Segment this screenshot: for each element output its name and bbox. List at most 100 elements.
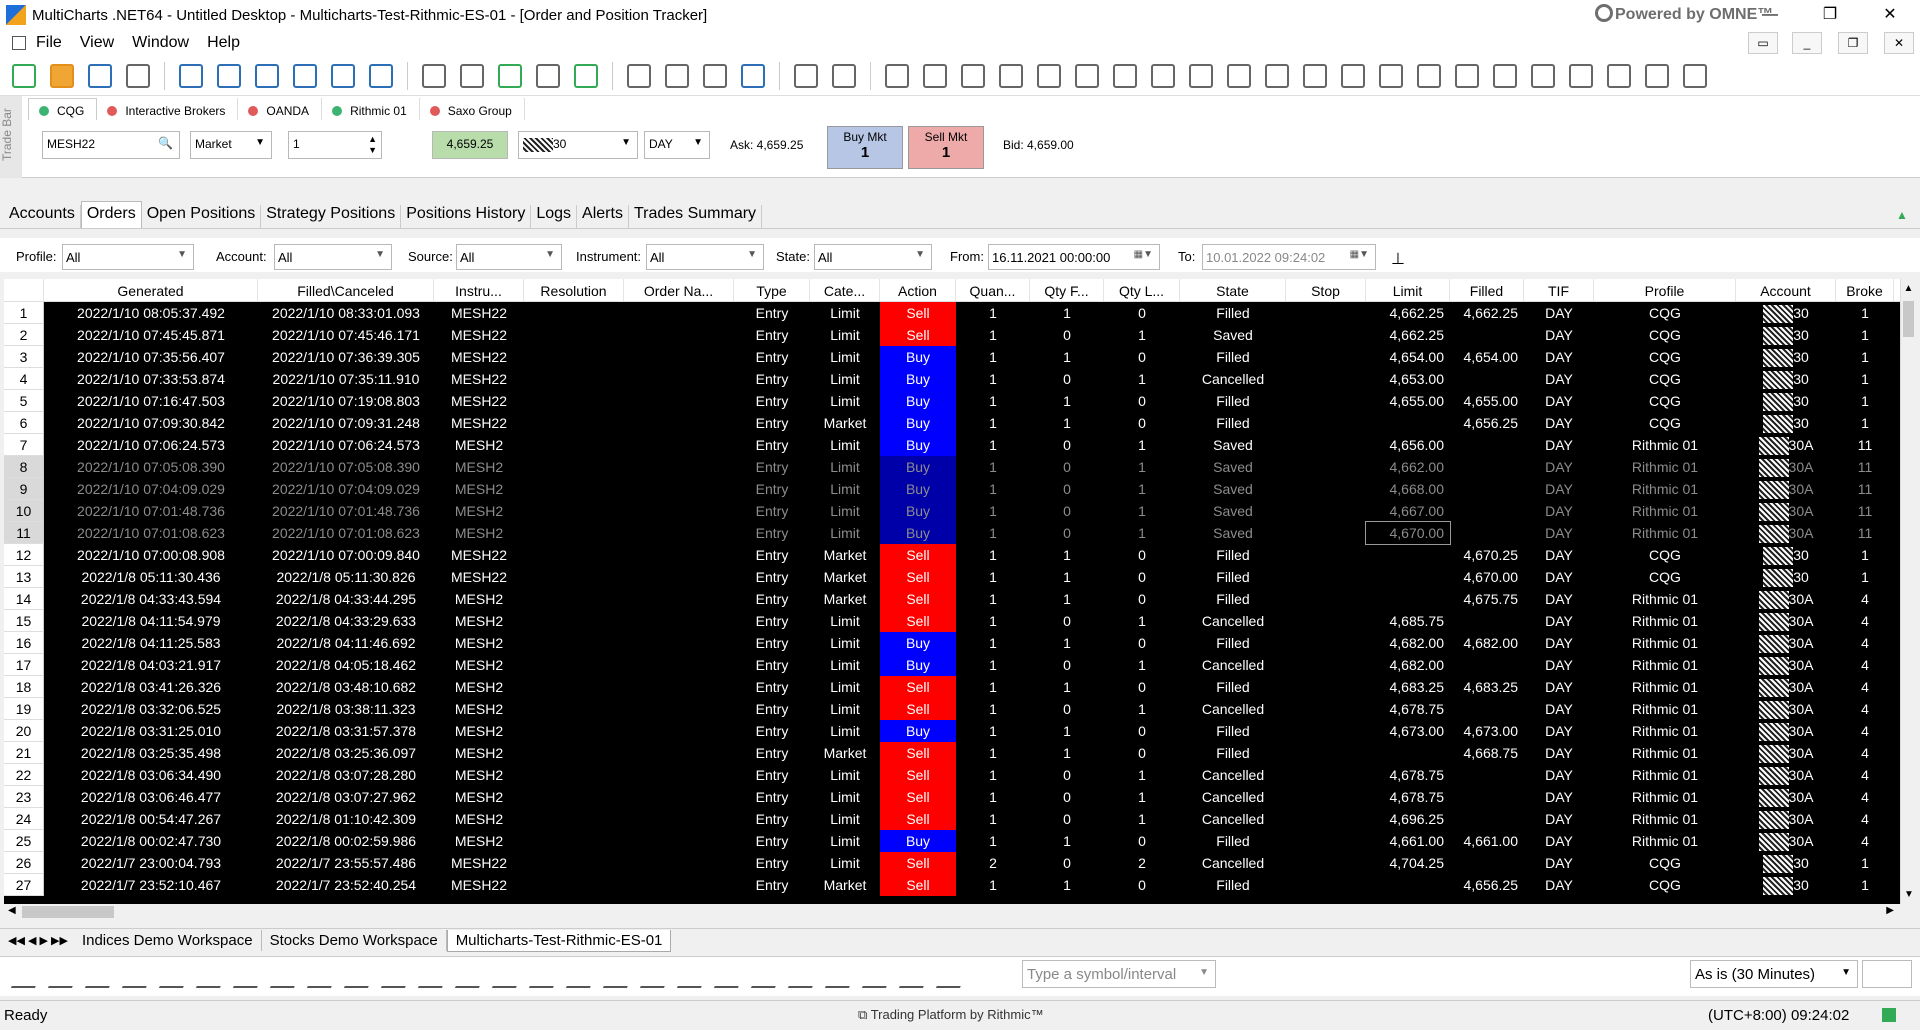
footprint-icon[interactable] <box>1227 63 1251 88</box>
andrews-pitchfork-icon[interactable] <box>417 965 453 988</box>
notes-icon[interactable] <box>602 965 638 988</box>
column-header[interactable]: Qty L... <box>1104 279 1180 301</box>
chart-trading-icon[interactable] <box>1531 63 1555 88</box>
cursor-icon[interactable] <box>1303 63 1327 88</box>
table-row[interactable]: 7 2022/1/10 07:06:24.573 2022/1/10 07:06:2… <box>4 434 1900 456</box>
save-icon[interactable] <box>88 63 112 88</box>
table-row[interactable]: 13 2022/1/8 05:11:30.436 2022/1/8 05:11:30… <box>4 566 1900 588</box>
broker-tab-saxo[interactable]: Saxo Group <box>420 98 525 120</box>
column-header[interactable]: State <box>1180 279 1286 301</box>
broker-tab-rithmic[interactable]: Rithmic 01 <box>322 98 420 120</box>
table-row[interactable]: 17 2022/1/8 04:03:21.917 2022/1/8 04:05:18… <box>4 654 1900 676</box>
extra-field[interactable] <box>1862 960 1912 988</box>
lock-icon[interactable] <box>935 965 971 988</box>
account-filter-select[interactable]: All ▼ <box>274 244 392 270</box>
column-header[interactable]: Cate... <box>810 279 880 301</box>
vertical-scrollbar[interactable]: ▲ ▼ <box>1900 279 1916 904</box>
ladder-icon[interactable] <box>1265 63 1289 88</box>
ray-icon[interactable] <box>158 965 194 988</box>
scroll-thumb[interactable] <box>1903 301 1914 337</box>
table-row[interactable]: 19 2022/1/8 03:32:06.525 2022/1/8 03:38:11… <box>4 698 1900 720</box>
workspace-tab-stocks[interactable]: Stocks Demo Workspace <box>262 930 447 951</box>
open-workspace-icon[interactable] <box>50 63 74 88</box>
arc-icon[interactable] <box>787 965 823 988</box>
hollow-candle-icon[interactable] <box>961 63 985 88</box>
volume-profile-icon[interactable] <box>1189 63 1213 88</box>
column-header[interactable]: Generated <box>44 279 258 301</box>
pl-icon[interactable] <box>460 63 484 88</box>
zoom-out-icon[interactable] <box>1075 63 1099 88</box>
cycle-lines-icon[interactable] <box>491 965 527 988</box>
mdi-close-button[interactable]: ✕ <box>1884 32 1914 54</box>
gann-fan-icon[interactable] <box>232 965 268 988</box>
column-header[interactable]: Filled\Canceled <box>258 279 434 301</box>
table-row[interactable]: 21 2022/1/8 03:25:35.498 2022/1/8 03:25:36… <box>4 742 1900 764</box>
column-header[interactable]: Broke <box>1836 279 1894 301</box>
table-row[interactable]: 27 2022/1/7 23:52:10.467 2022/1/7 23:52:40… <box>4 874 1900 896</box>
comment-icon[interactable] <box>1379 63 1403 88</box>
interval-select[interactable]: As is (30 Minutes) ▼ <box>1690 960 1858 988</box>
search-icon[interactable]: 🔍 <box>158 136 173 150</box>
nav-first-icon[interactable]: ◀◀ ◀ ▶ ▶▶ <box>8 934 68 947</box>
new-report-icon[interactable] <box>331 63 355 88</box>
table-row[interactable]: 10 2022/1/10 07:01:48.736 2022/1/10 07:01:… <box>4 500 1900 522</box>
column-header[interactable]: Type <box>734 279 810 301</box>
calculator-icon[interactable] <box>639 965 675 988</box>
pin-icon[interactable]: ⊥ <box>1388 244 1412 270</box>
channel-icon[interactable] <box>121 965 157 988</box>
new-document-icon[interactable] <box>369 63 393 88</box>
minimize-button[interactable]: — <box>1740 0 1800 30</box>
scroll-left-icon[interactable]: ◀ <box>8 905 16 916</box>
state-filter-select[interactable]: All ▼ <box>814 244 932 270</box>
data-window-icon[interactable] <box>536 63 560 88</box>
tab-strategy-positions[interactable]: Strategy Positions <box>261 205 402 228</box>
add-indicator-icon[interactable] <box>627 63 651 88</box>
point-figure-icon[interactable] <box>1113 63 1137 88</box>
from-date-picker[interactable]: 16.11.2021 00:00:00 ▦▼ <box>988 244 1160 270</box>
arrow-up-icon[interactable] <box>861 965 897 988</box>
backtest-icon[interactable] <box>1645 63 1669 88</box>
broker-tab-interactive-brokers[interactable]: Interactive Brokers <box>97 98 239 120</box>
symbol-input[interactable]: MESH22 🔍 <box>42 131 180 159</box>
table-row[interactable]: 18 2022/1/8 03:41:26.326 2022/1/8 03:48:10… <box>4 676 1900 698</box>
window-menu-icon[interactable] <box>12 36 26 50</box>
zoom-in-icon[interactable] <box>1037 63 1061 88</box>
column-header[interactable]: Limit <box>1366 279 1450 301</box>
table-row[interactable]: 2 2022/1/10 07:45:45.871 2022/1/10 07:45:4… <box>4 324 1900 346</box>
strategy-icon[interactable] <box>1569 63 1593 88</box>
restore-panel-icon[interactable]: ▭ <box>1748 32 1778 54</box>
new-chart-icon[interactable] <box>179 63 203 88</box>
workspace-tab-rithmic[interactable]: Multicharts-Test-Rithmic-ES-01 <box>446 929 672 952</box>
column-header[interactable]: Filled <box>1450 279 1524 301</box>
time-zones-icon[interactable] <box>454 965 490 988</box>
regression-icon[interactable] <box>528 965 564 988</box>
account-select[interactable]: 30 ▼ <box>518 131 638 159</box>
tab-logs[interactable]: Logs <box>531 205 578 228</box>
fibonacci-fan-icon[interactable] <box>343 965 379 988</box>
table-row[interactable]: 23 2022/1/8 03:06:46.477 2022/1/8 03:07:27… <box>4 786 1900 808</box>
magnifier-icon[interactable] <box>1493 63 1517 88</box>
alert-icon[interactable] <box>1683 63 1707 88</box>
mdi-restore-button[interactable]: ❐ <box>1838 32 1868 54</box>
menu-view[interactable]: View <box>80 34 114 52</box>
calendar-icon[interactable]: ▦▼ <box>1350 249 1369 260</box>
tab-open-positions[interactable]: Open Positions <box>142 205 262 228</box>
rectangle-icon[interactable] <box>713 965 749 988</box>
table-row[interactable]: 25 2022/1/8 00:02:47.730 2022/1/8 00:02:59… <box>4 830 1900 852</box>
table-row[interactable]: 24 2022/1/8 00:54:47.267 2022/1/8 01:10:42… <box>4 808 1900 830</box>
vertical-line-icon[interactable] <box>84 965 120 988</box>
column-header[interactable]: Stop <box>1286 279 1366 301</box>
tab-positions-history[interactable]: Positions History <box>401 205 532 228</box>
stepper-arrows-icon[interactable]: ▲ ▼ <box>368 134 377 156</box>
arrow-down-icon[interactable] <box>824 965 860 988</box>
tab-trades-summary[interactable]: Trades Summary <box>629 205 763 228</box>
ellipse-icon[interactable] <box>750 965 786 988</box>
column-header[interactable]: Quan... <box>956 279 1030 301</box>
menu-help[interactable]: Help <box>207 34 240 52</box>
column-header[interactable]: Qty F... <box>1030 279 1104 301</box>
quantity-stepper[interactable]: 1 ▲ ▼ <box>288 131 382 159</box>
bar-chart-icon[interactable] <box>885 63 909 88</box>
add-study-icon[interactable] <box>498 63 522 88</box>
grid-icon[interactable] <box>565 965 601 988</box>
table-row[interactable]: 6 2022/1/10 07:09:30.842 2022/1/10 07:09:3… <box>4 412 1900 434</box>
